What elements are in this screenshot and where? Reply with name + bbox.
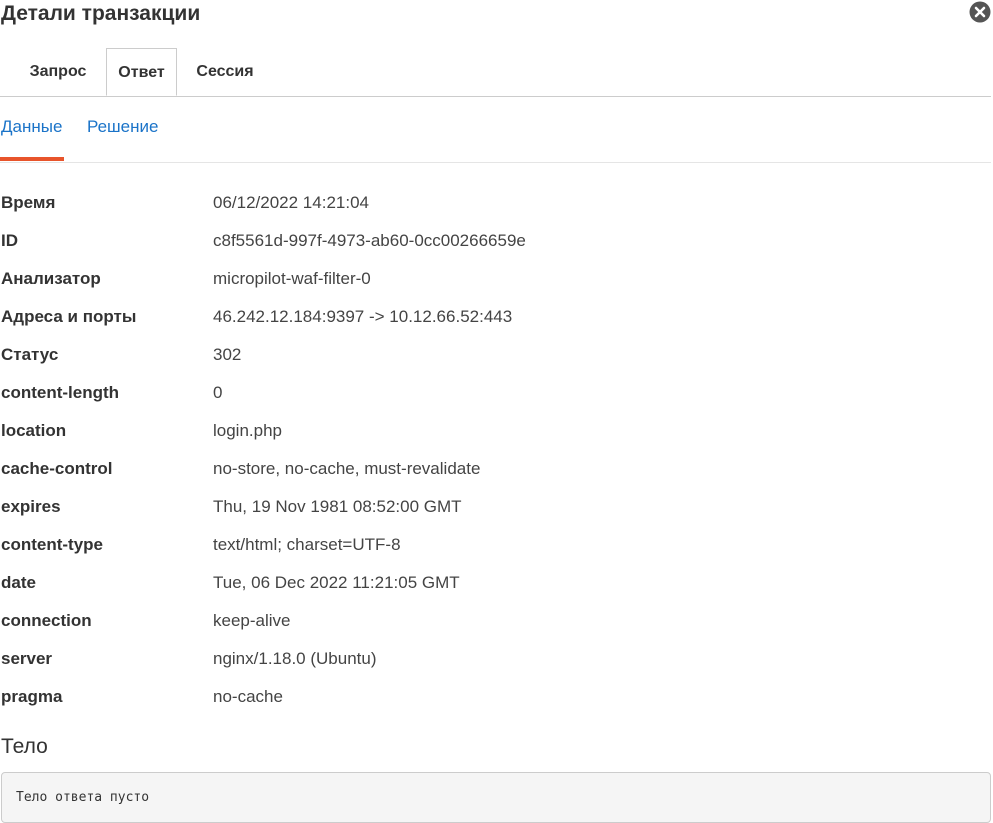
- body-section-heading: Тело: [1, 735, 48, 758]
- detail-key: date: [1, 573, 36, 592]
- detail-value: Thu, 19 Nov 1981 08:52:00 GMT: [213, 497, 462, 516]
- detail-row-date: date Tue, 06 Dec 2022 11:21:05 GMT: [0, 564, 991, 602]
- detail-key: ID: [1, 231, 18, 250]
- detail-key: Время: [1, 193, 56, 212]
- detail-row-pragma: pragma no-cache: [0, 678, 991, 716]
- dialog-title: Детали транзакции: [1, 2, 201, 25]
- detail-row-server: server nginx/1.18.0 (Ubuntu): [0, 640, 991, 678]
- detail-key: Анализатор: [1, 269, 101, 288]
- detail-value: 46.242.12.184:9397 -> 10.12.66.52:443: [213, 307, 513, 326]
- detail-row-expires: expires Thu, 19 Nov 1981 08:52:00 GMT: [0, 488, 991, 526]
- detail-row-addresses: Адреса и порты 46.242.12.184:9397 -> 10.…: [0, 298, 991, 336]
- detail-value: keep-alive: [213, 611, 291, 630]
- detail-key: Статус: [1, 345, 59, 364]
- detail-value: 06/12/2022 14:21:04: [213, 193, 369, 212]
- details-list: Время 06/12/2022 14:21:04 ID c8f5561d-99…: [0, 184, 991, 716]
- detail-value: nginx/1.18.0 (Ubuntu): [213, 649, 377, 668]
- detail-row-id: ID c8f5561d-997f-4973-ab60-0cc00266659e: [0, 222, 991, 260]
- detail-key: cache-control: [1, 459, 113, 478]
- subtab-data[interactable]: Данные: [1, 116, 62, 138]
- detail-key: server: [1, 649, 53, 668]
- detail-row-location: location login.php: [0, 412, 991, 450]
- active-subtab-indicator: [0, 157, 64, 161]
- close-icon[interactable]: [969, 1, 991, 23]
- detail-row-analyzer: Анализатор micropilot-waf-filter-0: [0, 260, 991, 298]
- detail-row-cache-control: cache-control no-store, no-cache, must-r…: [0, 450, 991, 488]
- detail-key: expires: [1, 497, 61, 516]
- tab-request[interactable]: Запрос: [16, 48, 100, 95]
- subtab-decision[interactable]: Решение: [87, 116, 158, 138]
- detail-value: 0: [213, 383, 223, 402]
- detail-value: no-store, no-cache, must-revalidate: [213, 459, 481, 478]
- detail-row-status: Статус 302: [0, 336, 991, 374]
- tab-session[interactable]: Сессия: [182, 48, 268, 95]
- detail-key: pragma: [1, 687, 63, 706]
- detail-value: no-cache: [213, 687, 283, 706]
- detail-key: location: [1, 421, 67, 440]
- detail-row-connection: connection keep-alive: [0, 602, 991, 640]
- detail-row-content-length: content-length 0: [0, 374, 991, 412]
- response-body-content: Тело ответа пусто: [1, 772, 991, 823]
- sub-tabs: Данные Решение: [0, 96, 991, 163]
- detail-key: content-length: [1, 383, 120, 402]
- detail-value: login.php: [213, 421, 283, 440]
- detail-key: content-type: [1, 535, 103, 554]
- detail-key: connection: [1, 611, 92, 630]
- detail-row-content-type: content-type text/html; charset=UTF-8: [0, 526, 991, 564]
- detail-key: Адреса и порты: [1, 307, 137, 326]
- main-tabs: Запрос Ответ Сессия: [0, 48, 991, 97]
- detail-value: micropilot-waf-filter-0: [213, 269, 371, 288]
- detail-value: Tue, 06 Dec 2022 11:21:05 GMT: [213, 573, 460, 592]
- detail-value: text/html; charset=UTF-8: [213, 535, 401, 554]
- tab-response[interactable]: Ответ: [106, 48, 177, 96]
- detail-row-time: Время 06/12/2022 14:21:04: [0, 184, 991, 222]
- detail-value: c8f5561d-997f-4973-ab60-0cc00266659e: [213, 231, 526, 250]
- detail-value: 302: [213, 345, 242, 364]
